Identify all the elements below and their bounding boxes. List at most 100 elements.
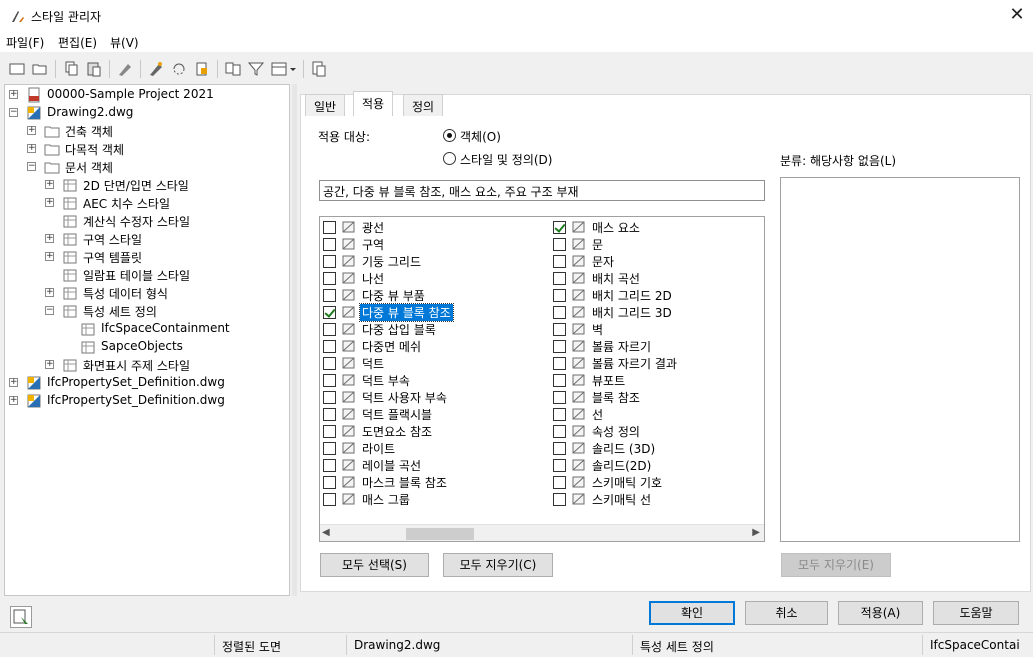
- warning-icon[interactable]: [193, 60, 211, 78]
- expand-icon[interactable]: +: [45, 360, 54, 369]
- view-icon[interactable]: [270, 60, 298, 78]
- checkbox[interactable]: [553, 459, 566, 472]
- collapse-icon[interactable]: −: [27, 162, 36, 171]
- checkbox[interactable]: [553, 425, 566, 438]
- checkbox[interactable]: [553, 255, 566, 268]
- select-all-button[interactable]: 모두 선택(S): [320, 553, 429, 577]
- checkbox[interactable]: [323, 323, 336, 336]
- scroll-thumb[interactable]: [406, 528, 474, 540]
- object-type-label: 문: [592, 238, 604, 252]
- clear-all-classification-button[interactable]: 모두 지우기(E): [781, 553, 891, 577]
- expand-icon[interactable]: +: [9, 396, 18, 405]
- checkbox[interactable]: [323, 357, 336, 370]
- inspect-icon[interactable]: [10, 606, 32, 628]
- checkbox[interactable]: [323, 221, 336, 234]
- checkbox[interactable]: [323, 493, 336, 506]
- checkbox[interactable]: [553, 391, 566, 404]
- window-title: 스타일 관리자: [31, 10, 102, 24]
- expand-icon[interactable]: +: [45, 252, 54, 261]
- open-icon[interactable]: [31, 60, 49, 78]
- object-type-icon: [572, 442, 585, 454]
- menu-view[interactable]: 뷰(V): [110, 34, 139, 51]
- expand-icon[interactable]: +: [45, 288, 54, 297]
- checkbox[interactable]: [323, 476, 336, 489]
- help-icon[interactable]: [310, 60, 328, 78]
- object-type-icon: [572, 476, 585, 488]
- checkbox[interactable]: [553, 442, 566, 455]
- object-type-label: 배치 곡선: [592, 272, 640, 286]
- checkbox[interactable]: [553, 323, 566, 336]
- object-type-label: 도면요소 참조: [362, 425, 433, 439]
- checkbox[interactable]: [323, 306, 336, 319]
- checkbox[interactable]: [553, 289, 566, 302]
- object-type-label: 다중면 메쉬: [362, 340, 422, 354]
- expand-icon[interactable]: +: [9, 378, 18, 387]
- expand-icon[interactable]: +: [45, 198, 54, 207]
- checkbox[interactable]: [553, 340, 566, 353]
- menu-edit[interactable]: 편집(E): [58, 34, 97, 51]
- collapse-icon[interactable]: −: [45, 306, 54, 315]
- copy-icon[interactable]: [62, 60, 80, 78]
- object-type-icon: [342, 493, 355, 505]
- expand-icon[interactable]: +: [27, 126, 36, 135]
- object-type-label: 덕트 사용자 부속: [362, 391, 447, 405]
- splitter[interactable]: [292, 84, 297, 596]
- help-button[interactable]: 도움말: [933, 601, 1019, 625]
- expand-icon[interactable]: +: [45, 180, 54, 189]
- checkbox[interactable]: [323, 442, 336, 455]
- checkbox[interactable]: [553, 306, 566, 319]
- horizontal-scrollbar[interactable]: ◀ ▶: [320, 524, 764, 541]
- object-type-icon: [342, 289, 355, 301]
- tab-general[interactable]: 일반: [305, 94, 346, 116]
- radio-objects[interactable]: [443, 129, 456, 142]
- checkbox[interactable]: [553, 374, 566, 387]
- scroll-left-icon[interactable]: ◀: [322, 527, 330, 538]
- checkbox[interactable]: [323, 272, 336, 285]
- checkbox[interactable]: [323, 408, 336, 421]
- tab-apply[interactable]: 적용: [353, 91, 394, 116]
- apply-button[interactable]: 적용(A): [838, 601, 923, 625]
- new-icon[interactable]: [8, 60, 26, 78]
- compare-icon[interactable]: [224, 60, 242, 78]
- checkbox[interactable]: [553, 238, 566, 251]
- checkbox[interactable]: [323, 374, 336, 387]
- checkbox[interactable]: [323, 289, 336, 302]
- checkbox[interactable]: [553, 493, 566, 506]
- checkbox[interactable]: [323, 255, 336, 268]
- paste-icon[interactable]: [85, 60, 103, 78]
- filter-icon[interactable]: [247, 60, 265, 78]
- expand-icon[interactable]: +: [45, 234, 54, 243]
- checkbox[interactable]: [553, 408, 566, 421]
- edit-icon[interactable]: [147, 60, 165, 78]
- purge-icon[interactable]: [116, 60, 134, 78]
- checkbox[interactable]: [323, 425, 336, 438]
- classification-list[interactable]: [780, 177, 1020, 542]
- properties-pane: 일반 적용 정의 적용 대상: 객체(O) 스타일 및 정의(D) 공간, 다중…: [300, 91, 1031, 592]
- ok-button[interactable]: 확인: [649, 601, 735, 625]
- expand-icon[interactable]: +: [9, 90, 18, 99]
- collapse-icon[interactable]: −: [9, 108, 18, 117]
- object-type-list[interactable]: 광선 구역 기둥 그리드 나선 다중 뷰 부품 다중 뷰 블록 참조 다중 삽입 블록 다중면…: [319, 216, 765, 542]
- object-type-label: 광선: [362, 221, 385, 235]
- tree-node-label: 문서 객체: [65, 161, 113, 175]
- close-button[interactable]: ✕: [1005, 4, 1029, 28]
- style-tree[interactable]: +00000-Sample Project 2021 − Drawing2.dwg +…: [4, 84, 290, 596]
- sync-icon[interactable]: [170, 60, 188, 78]
- checkbox[interactable]: [553, 272, 566, 285]
- checkbox[interactable]: [553, 357, 566, 370]
- checkbox[interactable]: [553, 476, 566, 489]
- clear-all-button[interactable]: 모두 지우기(C): [443, 553, 553, 577]
- menu-file[interactable]: 파일(F): [6, 34, 44, 51]
- tab-definition[interactable]: 정의: [403, 94, 444, 116]
- checkbox[interactable]: [323, 391, 336, 404]
- checkbox[interactable]: [323, 340, 336, 353]
- checkbox[interactable]: [323, 238, 336, 251]
- checkbox[interactable]: [323, 459, 336, 472]
- cancel-button[interactable]: 취소: [745, 601, 828, 625]
- object-type-label: 매스 그룹: [362, 493, 410, 507]
- radio-styles[interactable]: [443, 152, 456, 165]
- checkbox[interactable]: [553, 221, 566, 234]
- object-type-icon: [342, 255, 355, 267]
- expand-icon[interactable]: +: [27, 144, 36, 153]
- scroll-right-icon[interactable]: ▶: [752, 527, 760, 538]
